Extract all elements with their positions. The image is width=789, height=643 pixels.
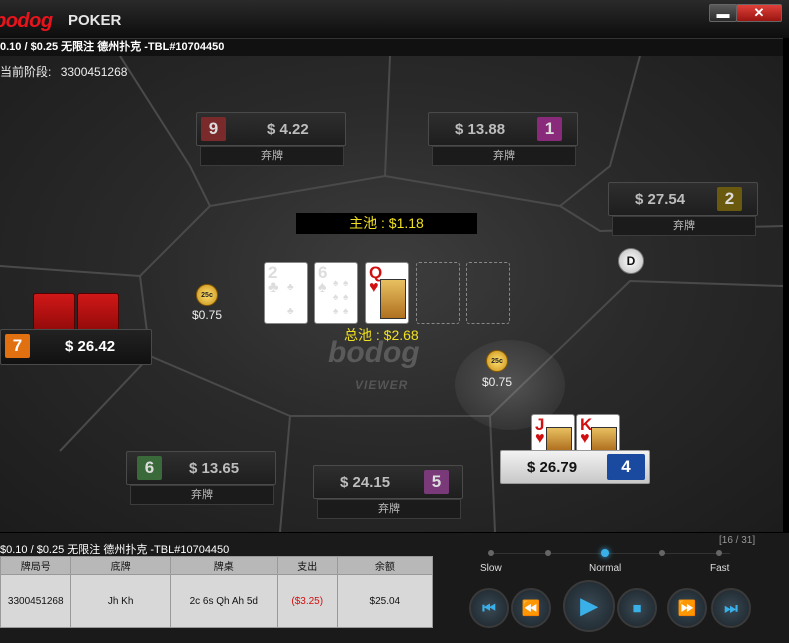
stop-button[interactable]: ■	[617, 588, 657, 628]
app-logo-poker: POKER	[68, 12, 122, 29]
face-card-art	[591, 427, 617, 451]
seat-stack: $ 13.65	[189, 460, 240, 477]
bet-amount: $0.75	[192, 308, 223, 322]
board-card: Q ♥	[365, 262, 409, 324]
spent-cell: ($3.25)	[276, 574, 338, 628]
stage-label: 当前阶段:	[0, 65, 52, 79]
seat-number: 9	[201, 117, 226, 141]
seat-number: 6	[137, 456, 162, 480]
seat-status: 弃牌	[200, 146, 344, 166]
seat-4-hero[interactable]: $ 26.79 4	[500, 450, 650, 484]
speed-dot-selected[interactable]	[601, 549, 609, 557]
seat-9[interactable]: 9 $ 4.22	[196, 112, 346, 146]
first-hand-button[interactable]: ⏮	[469, 588, 509, 628]
seat-stack: $ 13.88	[455, 121, 506, 138]
seat-number: 7	[5, 334, 30, 358]
center-logo-sub: VIEWER	[355, 378, 409, 392]
seat-stack: $ 26.42	[65, 338, 116, 355]
seat-status: 弃牌	[130, 485, 274, 505]
forward-button[interactable]: ⏩	[667, 588, 707, 628]
last-hand-button[interactable]: ⏭	[711, 588, 751, 628]
speed-normal-label[interactable]: Normal	[589, 563, 621, 574]
play-button[interactable]: ▶	[563, 580, 615, 632]
seat-status: 弃牌	[432, 146, 576, 166]
column-header: 牌桌	[169, 556, 278, 575]
speed-dot[interactable]	[659, 550, 665, 556]
seat-6[interactable]: 6 $ 13.65	[126, 451, 276, 485]
hand-progress: [16 / 31]	[719, 535, 756, 546]
seat-7[interactable]: 7 $ 26.42	[0, 329, 152, 365]
face-card-art	[546, 427, 572, 451]
seat-number: 2	[717, 187, 742, 211]
speed-dot[interactable]	[545, 550, 551, 556]
column-header: 支出	[276, 556, 338, 575]
stage-info: 当前阶段: 3300451268	[0, 63, 127, 80]
seat-1[interactable]: $ 13.88 1	[428, 112, 578, 146]
hand-info: $0.10 / $0.25 无限注 德州扑克 -TBL#10704450	[0, 544, 230, 556]
rewind-button[interactable]: ⏪	[511, 588, 551, 628]
seat-5[interactable]: $ 24.15 5	[313, 465, 463, 499]
hole-cards-cell: Jh Kh	[70, 574, 171, 628]
seat-number: 4	[607, 454, 645, 480]
board-card: 6 ♠ ♠ ♠ ♠ ♠ ♠ ♠	[314, 262, 358, 324]
hero-card: K ♥	[576, 414, 620, 452]
main-pot: 主池 : $1.18	[296, 213, 477, 234]
seat-stack: $ 24.15	[340, 474, 391, 491]
table-title: 0.10 / $0.25 无限注 德州扑克 -TBL#10704450	[0, 38, 783, 57]
center-logo: bodog	[328, 336, 420, 369]
chip-icon: 25c	[196, 284, 218, 306]
speed-dot[interactable]	[488, 550, 494, 556]
empty-card-slot	[416, 262, 460, 324]
chip-icon: 25c	[486, 350, 508, 372]
column-header: 底牌	[70, 556, 171, 575]
column-header: 牌局号	[0, 556, 72, 575]
speed-track	[490, 553, 730, 554]
seat-stack: $ 27.54	[635, 191, 686, 208]
table-row[interactable]: 3300451268 Jh Kh 2c 6s Qh Ah 5d ($3.25) …	[0, 574, 434, 628]
speed-slow-label[interactable]: Slow	[480, 563, 502, 574]
seat-status: 弃牌	[612, 216, 756, 236]
speed-dot[interactable]	[716, 550, 722, 556]
hand-id-cell: 3300451268	[0, 574, 72, 628]
seat-2[interactable]: $ 27.54 2	[608, 182, 758, 216]
bet-amount: $0.75	[482, 375, 513, 389]
dealer-button: D	[618, 248, 644, 274]
close-button[interactable]: ✕	[736, 4, 782, 22]
speed-fast-label[interactable]: Fast	[710, 563, 729, 574]
board-cell: 2c 6s Qh Ah 5d	[169, 574, 278, 628]
app-logo: bodog	[0, 10, 53, 32]
seat-number: 1	[537, 117, 562, 141]
seat-stack: $ 4.22	[267, 121, 309, 138]
seat-number: 5	[424, 470, 449, 494]
stage-value: 3300451268	[60, 65, 128, 79]
face-card-art	[380, 279, 406, 319]
balance-cell: $25.04	[336, 574, 434, 628]
minimize-button[interactable]: ▬	[709, 4, 737, 22]
empty-card-slot	[466, 262, 510, 324]
board-card: 2 ♣ ♣ ♣	[264, 262, 308, 324]
column-header: 余额	[336, 556, 434, 575]
seat-status: 弃牌	[317, 499, 461, 519]
hand-history-table: 牌局号 底牌 牌桌 支出 余额 3300451268 Jh Kh 2c 6s Q…	[0, 556, 434, 628]
seat-stack: $ 26.79	[527, 459, 578, 476]
